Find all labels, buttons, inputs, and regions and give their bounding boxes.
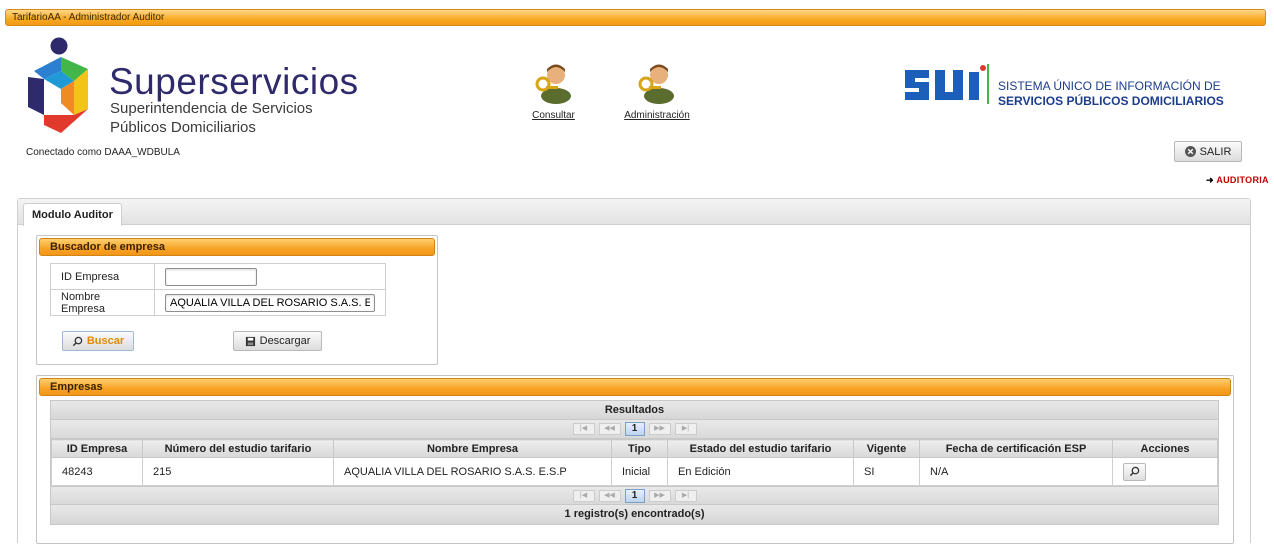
logout-label: SALIR xyxy=(1199,145,1232,158)
col-header[interactable]: Estado del estudio tarifario xyxy=(667,439,854,458)
sui-logo: SISTEMA ÚNICO DE INFORMACIÓN DE SERVICIO… xyxy=(903,62,1233,108)
window-title: TarifarioAA - Administrador Auditor xyxy=(12,12,165,23)
search-button[interactable]: Buscar xyxy=(62,331,134,351)
col-header[interactable]: Nombre Empresa xyxy=(333,439,612,458)
download-button[interactable]: Descargar xyxy=(233,331,322,351)
tab-modulo-auditor[interactable]: Modulo Auditor xyxy=(23,203,122,226)
page-number[interactable]: 1 xyxy=(624,422,645,436)
logo-subtitle-2: Públicos Domiciliarios xyxy=(110,119,256,136)
results-panel: Empresas Resultados |◀ ◀◀ 1 ▶▶ ▶| ID Emp… xyxy=(36,375,1234,544)
id-empresa-label: ID Empresa xyxy=(50,263,155,290)
superservicios-emblem-icon xyxy=(28,37,88,133)
cell-acciones xyxy=(1112,457,1218,486)
search-panel-title: Buscador de empresa xyxy=(39,238,435,256)
col-header[interactable]: Fecha de certificación ESP xyxy=(919,439,1113,458)
prev-page-icon[interactable]: ◀◀ xyxy=(598,489,621,502)
auditoria-link[interactable]: ➜ AUDITORIA xyxy=(1206,175,1269,186)
nav-consultar-link[interactable]: Consultar xyxy=(532,110,575,121)
first-page-icon[interactable]: |◀ xyxy=(572,423,595,435)
download-button-label: Descargar xyxy=(259,335,311,347)
logo-subtitle-1: Superintendencia de Servicios xyxy=(110,100,313,117)
connected-user-label: Conectado como DAAA_WDBULA xyxy=(26,147,180,158)
col-header[interactable]: ID Empresa xyxy=(51,439,143,458)
results-grid: Resultados |◀ ◀◀ 1 ▶▶ ▶| ID Empresa Núme… xyxy=(50,400,1219,525)
cell-fecha-certificacion: N/A xyxy=(919,457,1113,486)
nav-administracion-link[interactable]: Administración xyxy=(624,110,690,121)
superservicios-logo: Superservicios Superintendencia de Servi… xyxy=(26,37,386,137)
next-page-icon[interactable]: ▶▶ xyxy=(648,423,671,435)
user-key-icon xyxy=(638,64,674,104)
nav-consultar[interactable]: Consultar xyxy=(526,60,581,121)
pager-bottom: |◀ ◀◀ 1 ▶▶ ▶| xyxy=(51,486,1218,505)
tab-container: Modulo Auditor Buscador de empresa ID Em… xyxy=(17,198,1251,544)
col-header[interactable]: Vigente xyxy=(853,439,920,458)
close-circle-icon xyxy=(1184,146,1196,157)
cell-tipo: Inicial xyxy=(611,457,668,486)
results-table: ID Empresa Número del estudio tarifario … xyxy=(51,439,1218,486)
nav-administracion[interactable]: Administración xyxy=(620,60,694,121)
cell-estado: En Edición xyxy=(667,457,854,486)
last-page-icon[interactable]: ▶| xyxy=(674,423,697,435)
window-title-bar: TarifarioAA - Administrador Auditor xyxy=(5,9,1266,26)
logo-brand-text: Superservicios xyxy=(109,61,359,102)
next-page-icon[interactable]: ▶▶ xyxy=(648,489,671,502)
logout-button[interactable]: SALIR xyxy=(1174,141,1242,162)
table-row: 48243 215 AQUALIA VILLA DEL ROSARIO S.A.… xyxy=(51,457,1218,486)
col-header[interactable]: Tipo xyxy=(611,439,668,458)
search-form: ID Empresa Nombre Empresa xyxy=(50,263,386,316)
search-button-label: Buscar xyxy=(86,335,125,347)
nombre-empresa-input[interactable] xyxy=(165,293,375,312)
cell-nombre-empresa: AQUALIA VILLA DEL ROSARIO S.A.S. E.S.P xyxy=(333,457,612,486)
col-header: Acciones xyxy=(1112,439,1218,458)
last-page-icon[interactable]: ▶| xyxy=(674,489,697,502)
sui-line-2: SERVICIOS PÚBLICOS DOMICILIARIOS xyxy=(998,94,1224,108)
cell-id-empresa: 48243 xyxy=(51,457,143,486)
id-empresa-input[interactable] xyxy=(165,267,257,286)
cell-vigente: SI xyxy=(853,457,920,486)
user-key-icon xyxy=(535,64,571,104)
first-page-icon[interactable]: |◀ xyxy=(572,489,595,502)
search-panel: Buscador de empresa ID Empresa Nombre Em… xyxy=(36,235,438,365)
search-icon xyxy=(72,336,83,346)
auditoria-link-label: AUDITORIA xyxy=(1216,175,1269,185)
col-header[interactable]: Número del estudio tarifario xyxy=(142,439,334,458)
cell-numero-estudio: 215 xyxy=(142,457,334,486)
search-icon xyxy=(1129,466,1140,477)
view-button[interactable] xyxy=(1123,462,1146,481)
sui-line-1: SISTEMA ÚNICO DE INFORMACIÓN DE xyxy=(998,79,1221,93)
prev-page-icon[interactable]: ◀◀ xyxy=(598,423,621,435)
nombre-empresa-label: Nombre Empresa xyxy=(50,289,155,316)
tab-strip: Modulo Auditor xyxy=(18,199,1250,226)
results-panel-title: Empresas xyxy=(39,378,1231,396)
results-count: 1 registro(s) encontrado(s) xyxy=(51,505,1218,524)
page-number[interactable]: 1 xyxy=(624,488,645,503)
sui-emblem-icon xyxy=(905,64,989,104)
save-disk-icon xyxy=(245,336,255,346)
pager-top: |◀ ◀◀ 1 ▶▶ ▶| xyxy=(51,420,1218,439)
grid-title: Resultados xyxy=(51,401,1218,420)
arrow-right-icon: ➜ xyxy=(1206,175,1214,185)
